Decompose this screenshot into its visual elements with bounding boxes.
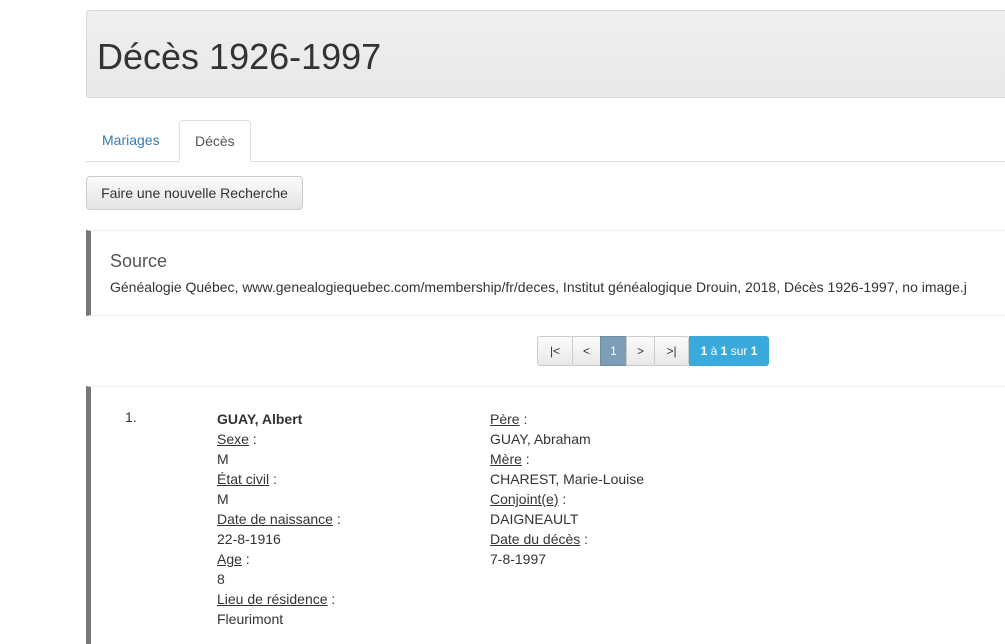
- result-details-left: GUAY, Albert Sexe : M État civil : M Dat…: [217, 409, 341, 629]
- field-date-naissance-value: 22-8-1916: [217, 531, 281, 547]
- field-date-deces-label-row: Date du décès :: [490, 531, 589, 547]
- field-mere-label: Mère: [490, 451, 522, 467]
- next-page-button[interactable]: >: [626, 336, 655, 366]
- field-etat-civil-value: M: [217, 491, 229, 507]
- tab-deces[interactable]: Décès: [179, 120, 251, 162]
- field-age-label-row: Age :: [217, 551, 250, 567]
- field-residence-label: Lieu de résidence: [217, 591, 328, 607]
- page-title: Décès 1926-1997: [97, 36, 382, 77]
- first-page-button[interactable]: |<: [537, 336, 573, 366]
- source-heading: Source: [110, 251, 168, 271]
- field-pere-label: Père: [490, 411, 520, 427]
- results-summary: 1 à 1 sur 1: [689, 336, 769, 366]
- summary-of: sur: [730, 344, 748, 358]
- field-sexe-label: Sexe: [217, 431, 249, 447]
- field-sexe-value: M: [217, 451, 229, 467]
- page-1-button[interactable]: 1: [600, 336, 627, 366]
- summary-to: à: [710, 344, 718, 358]
- field-sexe-label-row: Sexe :: [217, 431, 257, 447]
- field-etat-civil-label-row: État civil :: [217, 471, 277, 487]
- summary-end: 1: [720, 344, 728, 358]
- field-date-naissance-label-row: Date de naissance :: [217, 511, 341, 527]
- source-citation: Généalogie Québec, www.genealogiequebec.…: [110, 279, 967, 295]
- summary-total: 1: [750, 344, 758, 358]
- field-residence-value: Fleurimont: [217, 611, 284, 627]
- previous-page-button[interactable]: <: [572, 336, 601, 366]
- result-details-right: Père : GUAY, Abraham Mère : CHAREST, Mar…: [490, 409, 644, 569]
- tab-bar: Mariages Décès: [86, 120, 1005, 162]
- pagination: |< < 1 > >| 1 à 1 sur 1: [537, 336, 769, 366]
- field-date-deces-value: 7-8-1997: [490, 551, 547, 567]
- field-mere-label-row: Mère :: [490, 451, 530, 467]
- field-etat-civil-label: État civil: [217, 471, 270, 487]
- source-panel: Source Généalogie Québec, www.genealogie…: [86, 230, 1005, 316]
- person-name: GUAY, Albert: [217, 411, 303, 427]
- field-mere-value: CHAREST, Marie-Louise: [490, 471, 645, 487]
- field-date-deces-label: Date du décès: [490, 531, 581, 547]
- field-age-value: 8: [217, 571, 225, 587]
- field-pere-value: GUAY, Abraham: [490, 431, 591, 447]
- field-date-naissance-label: Date de naissance: [217, 511, 333, 527]
- page: Décès 1926-1997 Mariages Décès Faire une…: [0, 0, 1005, 644]
- field-pere-label-row: Père :: [490, 411, 528, 427]
- result-item: 1. GUAY, Albert Sexe : M État civil : M …: [86, 386, 1005, 644]
- last-page-button[interactable]: >|: [654, 336, 689, 366]
- page-header: Décès 1926-1997: [86, 10, 1005, 98]
- field-conjoint-label: Conjoint(e): [490, 491, 559, 507]
- result-index: 1.: [125, 409, 137, 425]
- new-search-button[interactable]: Faire une nouvelle Recherche: [86, 176, 303, 210]
- summary-start: 1: [700, 344, 708, 358]
- field-residence-label-row: Lieu de résidence :: [217, 591, 336, 607]
- field-conjoint-value: DAIGNEAULT: [490, 511, 579, 527]
- field-conjoint-label-row: Conjoint(e) :: [490, 491, 567, 507]
- field-age-label: Age: [217, 551, 242, 567]
- tab-mariages[interactable]: Mariages: [87, 120, 175, 161]
